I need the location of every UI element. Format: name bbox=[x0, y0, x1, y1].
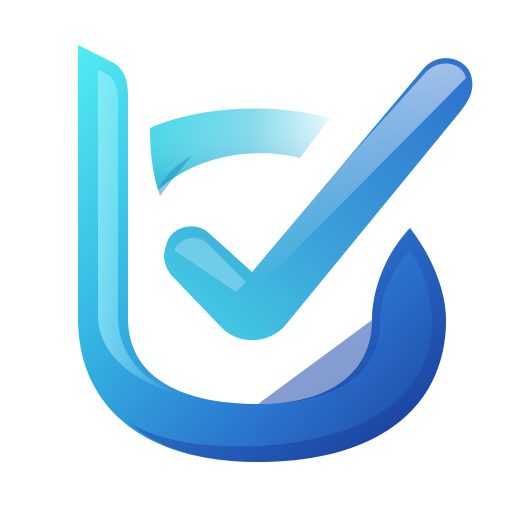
logo-canvas bbox=[0, 0, 512, 512]
inner-arc bbox=[150, 108, 330, 196]
check-shield-icon bbox=[78, 45, 473, 462]
